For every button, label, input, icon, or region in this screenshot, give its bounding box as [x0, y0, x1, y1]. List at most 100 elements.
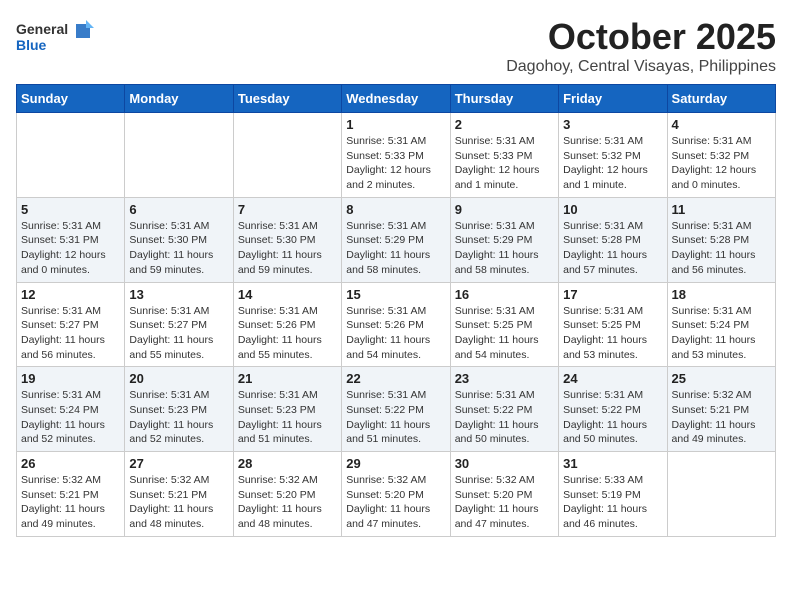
calendar-cell: 9 Sunrise: 5:31 AM Sunset: 5:29 PM Daylig…	[450, 197, 558, 282]
location: Dagohoy, Central Visayas, Philippines	[506, 58, 776, 76]
day-number: 20	[129, 371, 228, 386]
day-number: 3	[563, 117, 662, 132]
day-info: Sunrise: 5:32 AM Sunset: 5:21 PM Dayligh…	[21, 473, 120, 532]
day-number: 25	[672, 371, 771, 386]
day-number: 13	[129, 287, 228, 302]
calendar-cell: 20 Sunrise: 5:31 AM Sunset: 5:23 PM Dayli…	[125, 367, 233, 452]
day-number: 15	[346, 287, 445, 302]
day-info: Sunrise: 5:31 AM Sunset: 5:33 PM Dayligh…	[455, 134, 554, 193]
day-number: 8	[346, 202, 445, 217]
calendar-cell: 18 Sunrise: 5:31 AM Sunset: 5:24 PM Dayli…	[667, 282, 775, 367]
calendar-cell: 16Sunrise: 5:31 AM Sunset: 5:25 PM Dayli…	[450, 282, 558, 367]
day-info: Sunrise: 5:32 AM Sunset: 5:20 PM Dayligh…	[346, 473, 445, 532]
day-info: Sunrise: 5:31 AM Sunset: 5:26 PM Dayligh…	[346, 304, 445, 363]
calendar-cell: 28 Sunrise: 5:32 AM Sunset: 5:20 PM Dayli…	[233, 452, 341, 537]
day-info: Sunrise: 5:31 AM Sunset: 5:23 PM Dayligh…	[129, 388, 228, 447]
weekday-header-sunday: Sunday	[17, 85, 125, 113]
calendar-cell: 21 Sunrise: 5:31 AM Sunset: 5:23 PM Dayli…	[233, 367, 341, 452]
calendar-week-row: 12 Sunrise: 5:31 AM Sunset: 5:27 PM Dayli…	[17, 282, 776, 367]
calendar-cell: 10Sunrise: 5:31 AM Sunset: 5:28 PM Dayli…	[559, 197, 667, 282]
calendar-cell: 2 Sunrise: 5:31 AM Sunset: 5:33 PM Daylig…	[450, 113, 558, 198]
weekday-header-friday: Friday	[559, 85, 667, 113]
calendar-cell: 27 Sunrise: 5:32 AM Sunset: 5:21 PM Dayli…	[125, 452, 233, 537]
calendar-cell	[667, 452, 775, 537]
day-info: Sunrise: 5:33 AM Sunset: 5:19 PM Dayligh…	[563, 473, 662, 532]
day-info: Sunrise: 5:31 AM Sunset: 5:27 PM Dayligh…	[129, 304, 228, 363]
day-number: 12	[21, 287, 120, 302]
day-number: 2	[455, 117, 554, 132]
day-number: 1	[346, 117, 445, 132]
calendar-cell: 14Sunrise: 5:31 AM Sunset: 5:26 PM Dayli…	[233, 282, 341, 367]
weekday-header-wednesday: Wednesday	[342, 85, 450, 113]
header: General Blue October 2025 Dagohoy, Centr…	[16, 16, 776, 76]
day-info: Sunrise: 5:31 AM Sunset: 5:30 PM Dayligh…	[238, 219, 337, 278]
day-info: Sunrise: 5:31 AM Sunset: 5:23 PM Dayligh…	[238, 388, 337, 447]
day-number: 9	[455, 202, 554, 217]
calendar-cell: 31Sunrise: 5:33 AM Sunset: 5:19 PM Dayli…	[559, 452, 667, 537]
weekday-header-tuesday: Tuesday	[233, 85, 341, 113]
calendar-cell: 15 Sunrise: 5:31 AM Sunset: 5:26 PM Dayli…	[342, 282, 450, 367]
day-number: 30	[455, 456, 554, 471]
logo-icon: General Blue	[16, 16, 96, 56]
day-info: Sunrise: 5:31 AM Sunset: 5:29 PM Dayligh…	[346, 219, 445, 278]
calendar-cell	[17, 113, 125, 198]
calendar-cell: 6Sunrise: 5:31 AM Sunset: 5:30 PM Daylig…	[125, 197, 233, 282]
calendar-cell: 3 Sunrise: 5:31 AM Sunset: 5:32 PM Daylig…	[559, 113, 667, 198]
day-number: 29	[346, 456, 445, 471]
day-number: 21	[238, 371, 337, 386]
day-number: 23	[455, 371, 554, 386]
calendar-cell: 11 Sunrise: 5:31 AM Sunset: 5:28 PM Dayli…	[667, 197, 775, 282]
day-number: 18	[672, 287, 771, 302]
day-info: Sunrise: 5:31 AM Sunset: 5:25 PM Dayligh…	[563, 304, 662, 363]
calendar-cell: 8 Sunrise: 5:31 AM Sunset: 5:29 PM Daylig…	[342, 197, 450, 282]
day-info: Sunrise: 5:31 AM Sunset: 5:22 PM Dayligh…	[563, 388, 662, 447]
day-number: 19	[21, 371, 120, 386]
day-number: 7	[238, 202, 337, 217]
calendar-cell: 30Sunrise: 5:32 AM Sunset: 5:20 PM Dayli…	[450, 452, 558, 537]
day-number: 26	[21, 456, 120, 471]
day-info: Sunrise: 5:32 AM Sunset: 5:21 PM Dayligh…	[129, 473, 228, 532]
day-number: 27	[129, 456, 228, 471]
calendar-week-row: 19 Sunrise: 5:31 AM Sunset: 5:24 PM Dayli…	[17, 367, 776, 452]
day-number: 11	[672, 202, 771, 217]
day-info: Sunrise: 5:31 AM Sunset: 5:24 PM Dayligh…	[21, 388, 120, 447]
day-number: 6	[129, 202, 228, 217]
day-info: Sunrise: 5:31 AM Sunset: 5:26 PM Dayligh…	[238, 304, 337, 363]
calendar-cell	[125, 113, 233, 198]
calendar-cell: 26 Sunrise: 5:32 AM Sunset: 5:21 PM Dayli…	[17, 452, 125, 537]
calendar-cell: 22 Sunrise: 5:31 AM Sunset: 5:22 PM Dayli…	[342, 367, 450, 452]
calendar-week-row: 1 Sunrise: 5:31 AM Sunset: 5:33 PM Daylig…	[17, 113, 776, 198]
calendar-cell: 25 Sunrise: 5:32 AM Sunset: 5:21 PM Dayli…	[667, 367, 775, 452]
day-info: Sunrise: 5:31 AM Sunset: 5:22 PM Dayligh…	[455, 388, 554, 447]
day-info: Sunrise: 5:31 AM Sunset: 5:22 PM Dayligh…	[346, 388, 445, 447]
weekday-header-monday: Monday	[125, 85, 233, 113]
day-info: Sunrise: 5:31 AM Sunset: 5:32 PM Dayligh…	[672, 134, 771, 193]
day-number: 17	[563, 287, 662, 302]
day-number: 5	[21, 202, 120, 217]
calendar-cell: 19 Sunrise: 5:31 AM Sunset: 5:24 PM Dayli…	[17, 367, 125, 452]
day-number: 16	[455, 287, 554, 302]
calendar-cell	[233, 113, 341, 198]
weekday-header-row: SundayMondayTuesdayWednesdayThursdayFrid…	[17, 85, 776, 113]
day-info: Sunrise: 5:32 AM Sunset: 5:21 PM Dayligh…	[672, 388, 771, 447]
day-info: Sunrise: 5:31 AM Sunset: 5:29 PM Dayligh…	[455, 219, 554, 278]
day-number: 24	[563, 371, 662, 386]
calendar-cell: 1Sunrise: 5:31 AM Sunset: 5:33 PM Daylig…	[342, 113, 450, 198]
calendar-cell: 17 Sunrise: 5:31 AM Sunset: 5:25 PM Dayli…	[559, 282, 667, 367]
day-info: Sunrise: 5:31 AM Sunset: 5:28 PM Dayligh…	[672, 219, 771, 278]
calendar-cell: 5Sunrise: 5:31 AM Sunset: 5:31 PM Daylig…	[17, 197, 125, 282]
calendar-week-row: 5Sunrise: 5:31 AM Sunset: 5:31 PM Daylig…	[17, 197, 776, 282]
day-info: Sunrise: 5:31 AM Sunset: 5:32 PM Dayligh…	[563, 134, 662, 193]
weekday-header-saturday: Saturday	[667, 85, 775, 113]
calendar-cell: 24 Sunrise: 5:31 AM Sunset: 5:22 PM Dayli…	[559, 367, 667, 452]
day-number: 22	[346, 371, 445, 386]
logo: General Blue	[16, 16, 96, 56]
day-info: Sunrise: 5:32 AM Sunset: 5:20 PM Dayligh…	[238, 473, 337, 532]
calendar-cell: 7 Sunrise: 5:31 AM Sunset: 5:30 PM Daylig…	[233, 197, 341, 282]
svg-text:Blue: Blue	[16, 37, 47, 53]
day-number: 4	[672, 117, 771, 132]
day-number: 28	[238, 456, 337, 471]
month-year: October 2025	[506, 16, 776, 58]
weekday-header-thursday: Thursday	[450, 85, 558, 113]
day-info: Sunrise: 5:31 AM Sunset: 5:24 PM Dayligh…	[672, 304, 771, 363]
